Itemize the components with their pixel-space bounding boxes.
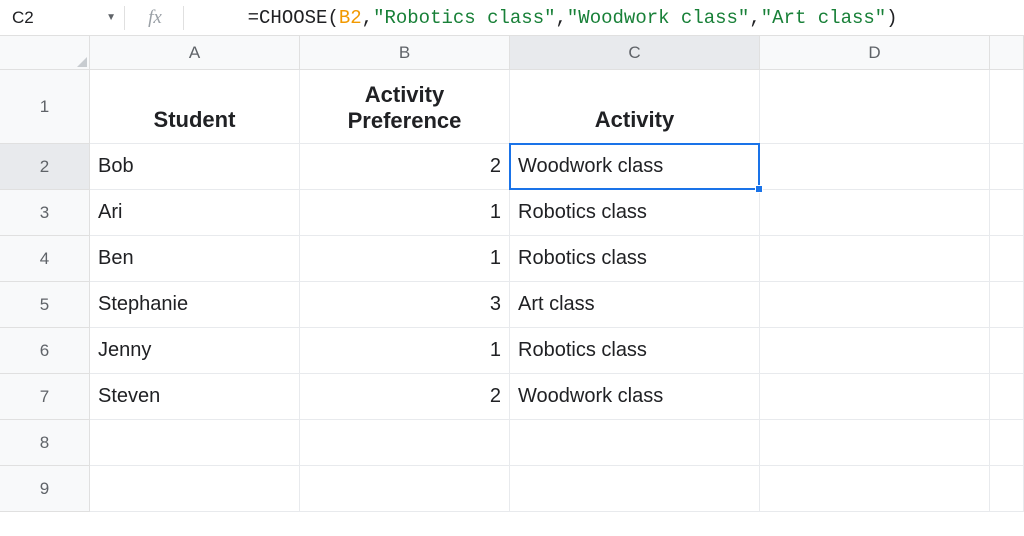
cell-C6[interactable]: Robotics class xyxy=(510,328,760,374)
divider xyxy=(183,6,184,30)
row-header-3[interactable]: 3 xyxy=(0,190,90,236)
header-activity-pref[interactable]: Activity Preference xyxy=(300,70,510,144)
cell-D5[interactable] xyxy=(760,282,990,328)
spreadsheet-grid[interactable]: A B C D 1 Student Activity Preference Ac… xyxy=(0,36,1024,512)
col-header-C[interactable]: C xyxy=(510,36,760,70)
cell-C2-value: Woodwork class xyxy=(518,155,663,178)
name-box-value: C2 xyxy=(12,8,34,28)
cell-E4[interactable] xyxy=(990,236,1024,282)
cell-E5[interactable] xyxy=(990,282,1024,328)
row-header-6[interactable]: 6 xyxy=(0,328,90,374)
cell-C8[interactable] xyxy=(510,420,760,466)
cell-D4[interactable] xyxy=(760,236,990,282)
cell-C2[interactable]: Woodwork class xyxy=(510,144,760,190)
cell-C3[interactable]: Robotics class xyxy=(510,190,760,236)
col-header-extra[interactable] xyxy=(990,36,1024,70)
cell-A8[interactable] xyxy=(90,420,300,466)
cell-B2[interactable]: 2 xyxy=(300,144,510,190)
cell-A4[interactable]: Ben xyxy=(90,236,300,282)
select-all-corner[interactable] xyxy=(0,36,90,70)
header-student[interactable]: Student xyxy=(90,70,300,144)
cell-D3[interactable] xyxy=(760,190,990,236)
cell-D9[interactable] xyxy=(760,466,990,512)
cell-A5[interactable]: Stephanie xyxy=(90,282,300,328)
cell-B3[interactable]: 1 xyxy=(300,190,510,236)
cell-B7[interactable]: 2 xyxy=(300,374,510,420)
col-header-A[interactable]: A xyxy=(90,36,300,70)
cell-B4[interactable]: 1 xyxy=(300,236,510,282)
cell-B9[interactable] xyxy=(300,466,510,512)
row-header-2[interactable]: 2 xyxy=(0,144,90,190)
cell-A7[interactable]: Steven xyxy=(90,374,300,420)
cell-C5[interactable]: Art class xyxy=(510,282,760,328)
formula-bar: C2 ▼ fx =CHOOSE(B2,"Robotics class","Woo… xyxy=(0,0,1024,36)
cell-E9[interactable] xyxy=(990,466,1024,512)
row-header-5[interactable]: 5 xyxy=(0,282,90,328)
name-box[interactable]: C2 ▼ xyxy=(4,8,124,28)
cell-E6[interactable] xyxy=(990,328,1024,374)
col-header-D[interactable]: D xyxy=(760,36,990,70)
chevron-down-icon[interactable]: ▼ xyxy=(106,12,124,23)
fx-icon: fx xyxy=(135,7,175,29)
row-header-9[interactable]: 9 xyxy=(0,466,90,512)
cell-D8[interactable] xyxy=(760,420,990,466)
row-header-8[interactable]: 8 xyxy=(0,420,90,466)
fill-handle[interactable] xyxy=(755,185,763,193)
cell-E3[interactable] xyxy=(990,190,1024,236)
cell-A3[interactable]: Ari xyxy=(90,190,300,236)
cell-E7[interactable] xyxy=(990,374,1024,420)
row-header-4[interactable]: 4 xyxy=(0,236,90,282)
cell-C7[interactable]: Woodwork class xyxy=(510,374,760,420)
row-header-1[interactable]: 1 xyxy=(0,70,90,144)
divider xyxy=(124,6,125,30)
cell-D7[interactable] xyxy=(760,374,990,420)
cell-D2[interactable] xyxy=(760,144,990,190)
cell-A2[interactable]: Bob xyxy=(90,144,300,190)
row-header-7[interactable]: 7 xyxy=(0,374,90,420)
cell-E2[interactable] xyxy=(990,144,1024,190)
cell-D1[interactable] xyxy=(760,70,990,144)
col-header-B[interactable]: B xyxy=(300,36,510,70)
cell-B6[interactable]: 1 xyxy=(300,328,510,374)
cell-D6[interactable] xyxy=(760,328,990,374)
cell-C9[interactable] xyxy=(510,466,760,512)
cell-A9[interactable] xyxy=(90,466,300,512)
cell-C4[interactable]: Robotics class xyxy=(510,236,760,282)
cell-B8[interactable] xyxy=(300,420,510,466)
cell-E1[interactable] xyxy=(990,70,1024,144)
header-activity[interactable]: Activity xyxy=(510,70,760,144)
cell-A6[interactable]: Jenny xyxy=(90,328,300,374)
cell-E8[interactable] xyxy=(990,420,1024,466)
cell-B5[interactable]: 3 xyxy=(300,282,510,328)
